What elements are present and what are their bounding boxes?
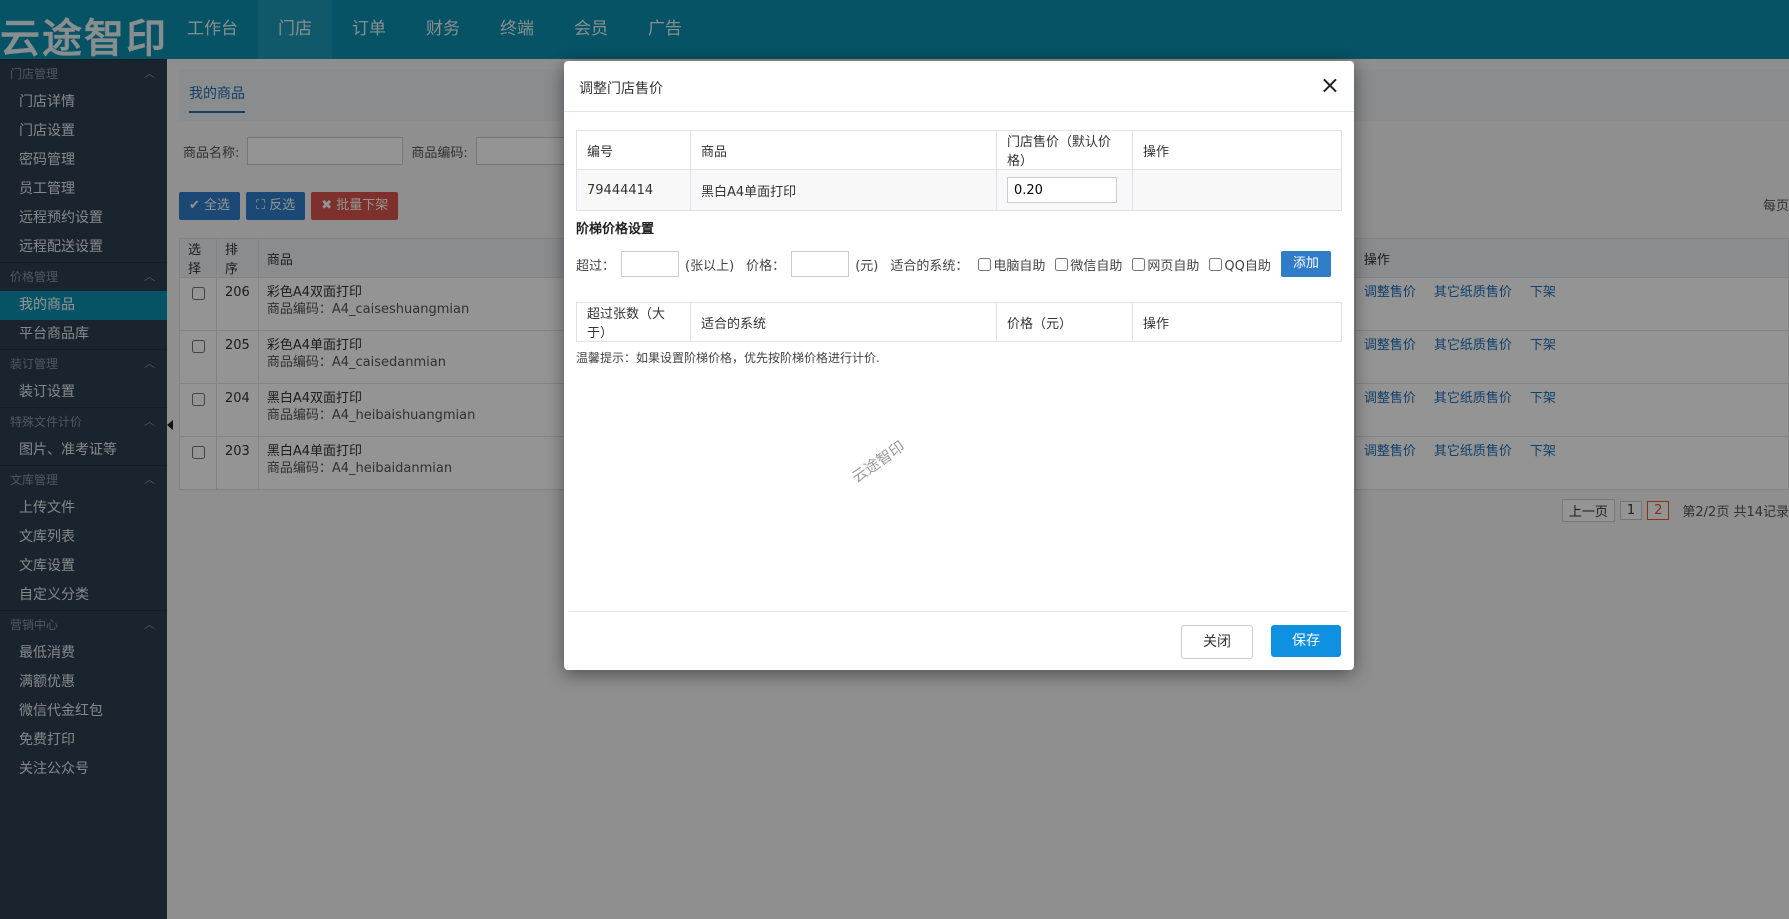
system-option-wechat[interactable]: 微信自助	[1055, 255, 1122, 274]
tier-pricing-title: 阶梯价格设置	[576, 222, 655, 237]
close-icon[interactable]: ×	[1320, 71, 1340, 99]
pc-self-service-checkbox[interactable]	[978, 257, 992, 271]
close-button[interactable]: 关闭	[1181, 625, 1253, 659]
sheets-unit-label: (张以上)	[685, 258, 735, 274]
price-table: 编号 商品 门店售价（默认价格） 操作 79444414 黑白A4单面打印	[576, 130, 1342, 211]
save-button[interactable]: 保存	[1271, 625, 1341, 657]
qq-self-service-label: QQ自助	[1224, 258, 1271, 274]
store-price-input[interactable]	[1007, 177, 1117, 203]
system-option-qq[interactable]: QQ自助	[1209, 255, 1271, 274]
col-actions: 操作	[1132, 302, 1342, 342]
col-price: 价格（元）	[996, 302, 1133, 342]
col-id: 编号	[576, 130, 691, 170]
col-product: 商品	[690, 130, 997, 170]
adjust-price-dialog: 调整门店售价 × 编号 商品 门店售价（默认价格） 操作 79444414 黑白…	[564, 61, 1354, 670]
exceed-label: 超过：	[576, 258, 616, 274]
wechat-self-service-label: 微信自助	[1070, 258, 1123, 274]
system-option-web[interactable]: 网页自助	[1132, 255, 1199, 274]
product-name: 黑白A4单面打印	[690, 169, 997, 211]
system-label: 适合的系统：	[890, 258, 969, 274]
dialog-header: 调整门店售价 ×	[564, 61, 1354, 112]
system-option-pc[interactable]: 电脑自助	[978, 255, 1045, 274]
col-store-price: 门店售价（默认价格）	[996, 130, 1133, 170]
dialog-title: 调整门店售价	[579, 81, 663, 97]
tier-table: 超过张数（大于） 适合的系统 价格（元） 操作	[576, 302, 1342, 342]
product-id: 79444414	[576, 169, 691, 211]
pc-self-service-label: 电脑自助	[993, 258, 1046, 274]
row-actions	[1132, 169, 1342, 211]
yuan-label: (元)	[855, 258, 879, 274]
exceed-count-input[interactable]	[621, 251, 680, 277]
col-exceed-count: 超过张数（大于）	[576, 302, 691, 342]
tier-pricing-form: 超过： (张以上) 价格： (元) 适合的系统： 电脑自助 微信自助 网页自助 …	[576, 251, 1331, 277]
watermark: 云途智印	[848, 437, 909, 487]
tier-table-header: 超过张数（大于） 适合的系统 价格（元） 操作	[576, 302, 1342, 342]
table-row: 79444414 黑白A4单面打印	[576, 169, 1342, 211]
web-self-service-checkbox[interactable]	[1132, 257, 1146, 271]
dialog-footer-divider	[569, 611, 1349, 612]
tier-price-input[interactable]	[791, 251, 850, 277]
add-tier-button[interactable]: 添加	[1280, 251, 1331, 277]
price-label: 价格：	[746, 258, 786, 274]
web-self-service-label: 网页自助	[1147, 258, 1200, 274]
price-table-header: 编号 商品 门店售价（默认价格） 操作	[576, 130, 1342, 170]
tip-text: 温馨提示：如果设置阶梯价格，优先按阶梯价格进行计价.	[576, 351, 880, 365]
wechat-self-service-checkbox[interactable]	[1055, 257, 1069, 271]
col-actions: 操作	[1132, 130, 1342, 170]
col-systems: 适合的系统	[690, 302, 997, 342]
qq-self-service-checkbox[interactable]	[1209, 257, 1223, 271]
